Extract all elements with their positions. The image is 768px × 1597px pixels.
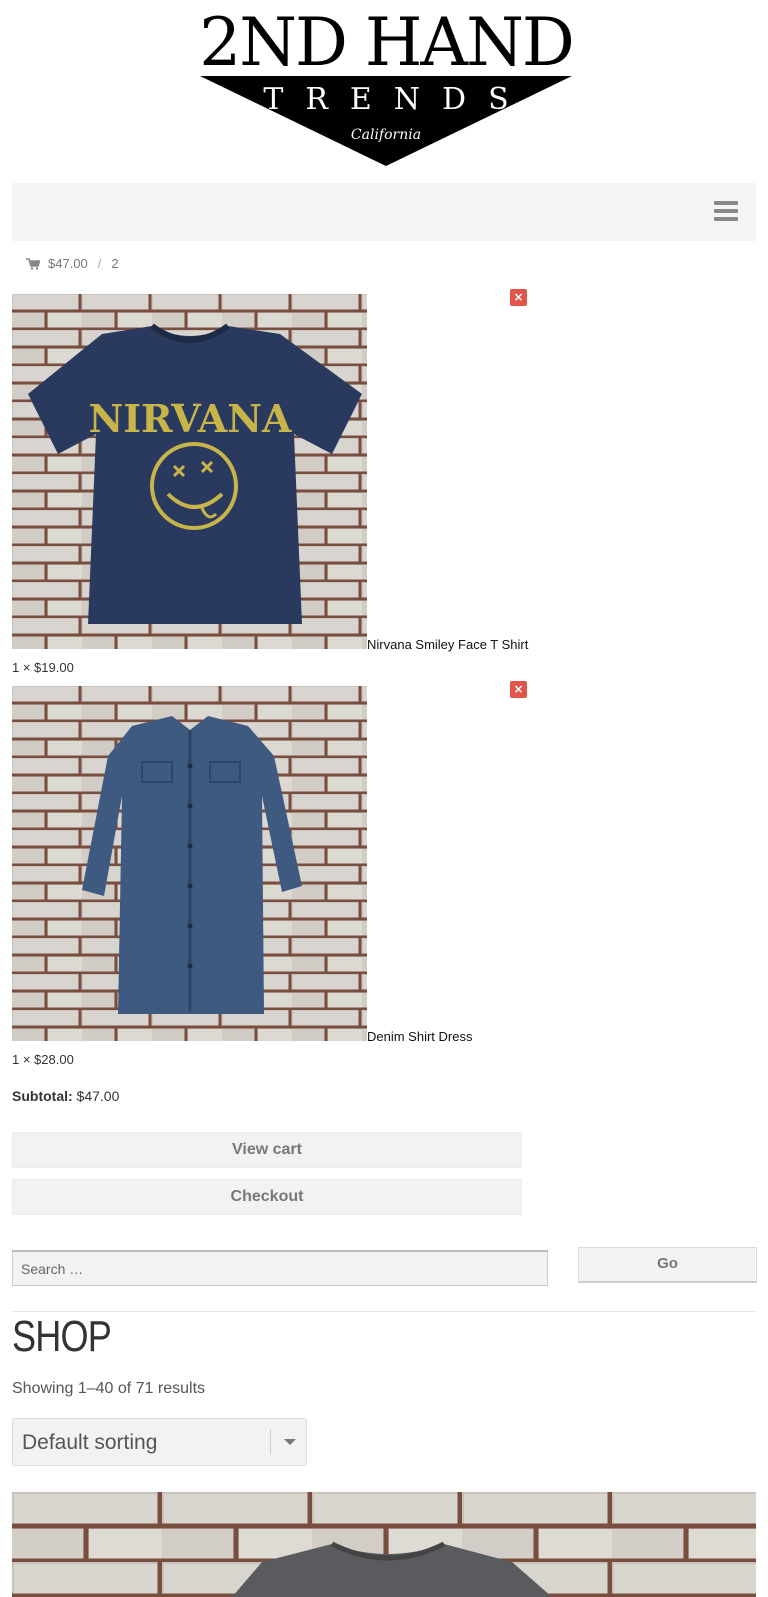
cart-item-qty-price: 1 × $28.00 [12,1052,74,1067]
svg-text:NIRVANA: NIRVANA [89,396,292,441]
remove-item-button[interactable]: × [510,681,527,698]
product-image[interactable] [12,1492,756,1597]
hamburger-icon[interactable] [714,201,738,221]
cart-item-image-nirvana[interactable]: NIRVANA [12,294,367,649]
nirvana-shirt-photo: NIRVANA [12,294,367,649]
cart-count: 2 [111,256,119,271]
remove-item-button[interactable]: × [510,289,527,306]
cart-subtotal: Subtotal: $47.00 [12,1088,119,1104]
chevron-down-icon [284,1439,296,1445]
remove-icon: × [513,290,524,304]
cart-summary[interactable]: $47.00 / 2 [26,256,119,271]
cart-item-name[interactable]: Nirvana Smiley Face T Shirt [367,637,528,652]
cart-item-qty-price: 1 × $19.00 [12,660,74,675]
site-logo[interactable]: 2ND HAND TRENDS California [186,10,586,166]
remove-icon: × [513,682,524,696]
logo-tagline: TRENDS [263,82,531,117]
navigation-bar [12,183,756,241]
sort-selected-value: Default sorting [22,1431,158,1454]
cart-item-image-denim[interactable] [12,686,367,1041]
logo-location: California [350,127,422,143]
divider [12,1311,756,1312]
search-input[interactable] [12,1250,548,1286]
results-count: Showing 1–40 of 71 results [12,1380,206,1397]
cart-separator: / [97,256,102,271]
view-cart-button[interactable]: View cart [12,1132,522,1168]
sort-select[interactable]: Default sorting [12,1418,307,1466]
product-photo [12,1492,756,1597]
denim-dress-photo [12,686,367,1041]
checkout-button[interactable]: Checkout [12,1179,522,1215]
subtotal-value: $47.00 [76,1088,120,1104]
page-title: SHOP [12,1312,112,1361]
search-go-button[interactable]: Go [578,1247,757,1283]
shopping-cart-icon [26,257,40,270]
logo-brand-text: 2ND HAND [199,4,575,81]
cart-total: $47.00 [48,256,88,271]
select-divider [270,1429,271,1455]
cart-item-name[interactable]: Denim Shirt Dress [367,1029,472,1044]
subtotal-label: Subtotal: [12,1088,73,1104]
